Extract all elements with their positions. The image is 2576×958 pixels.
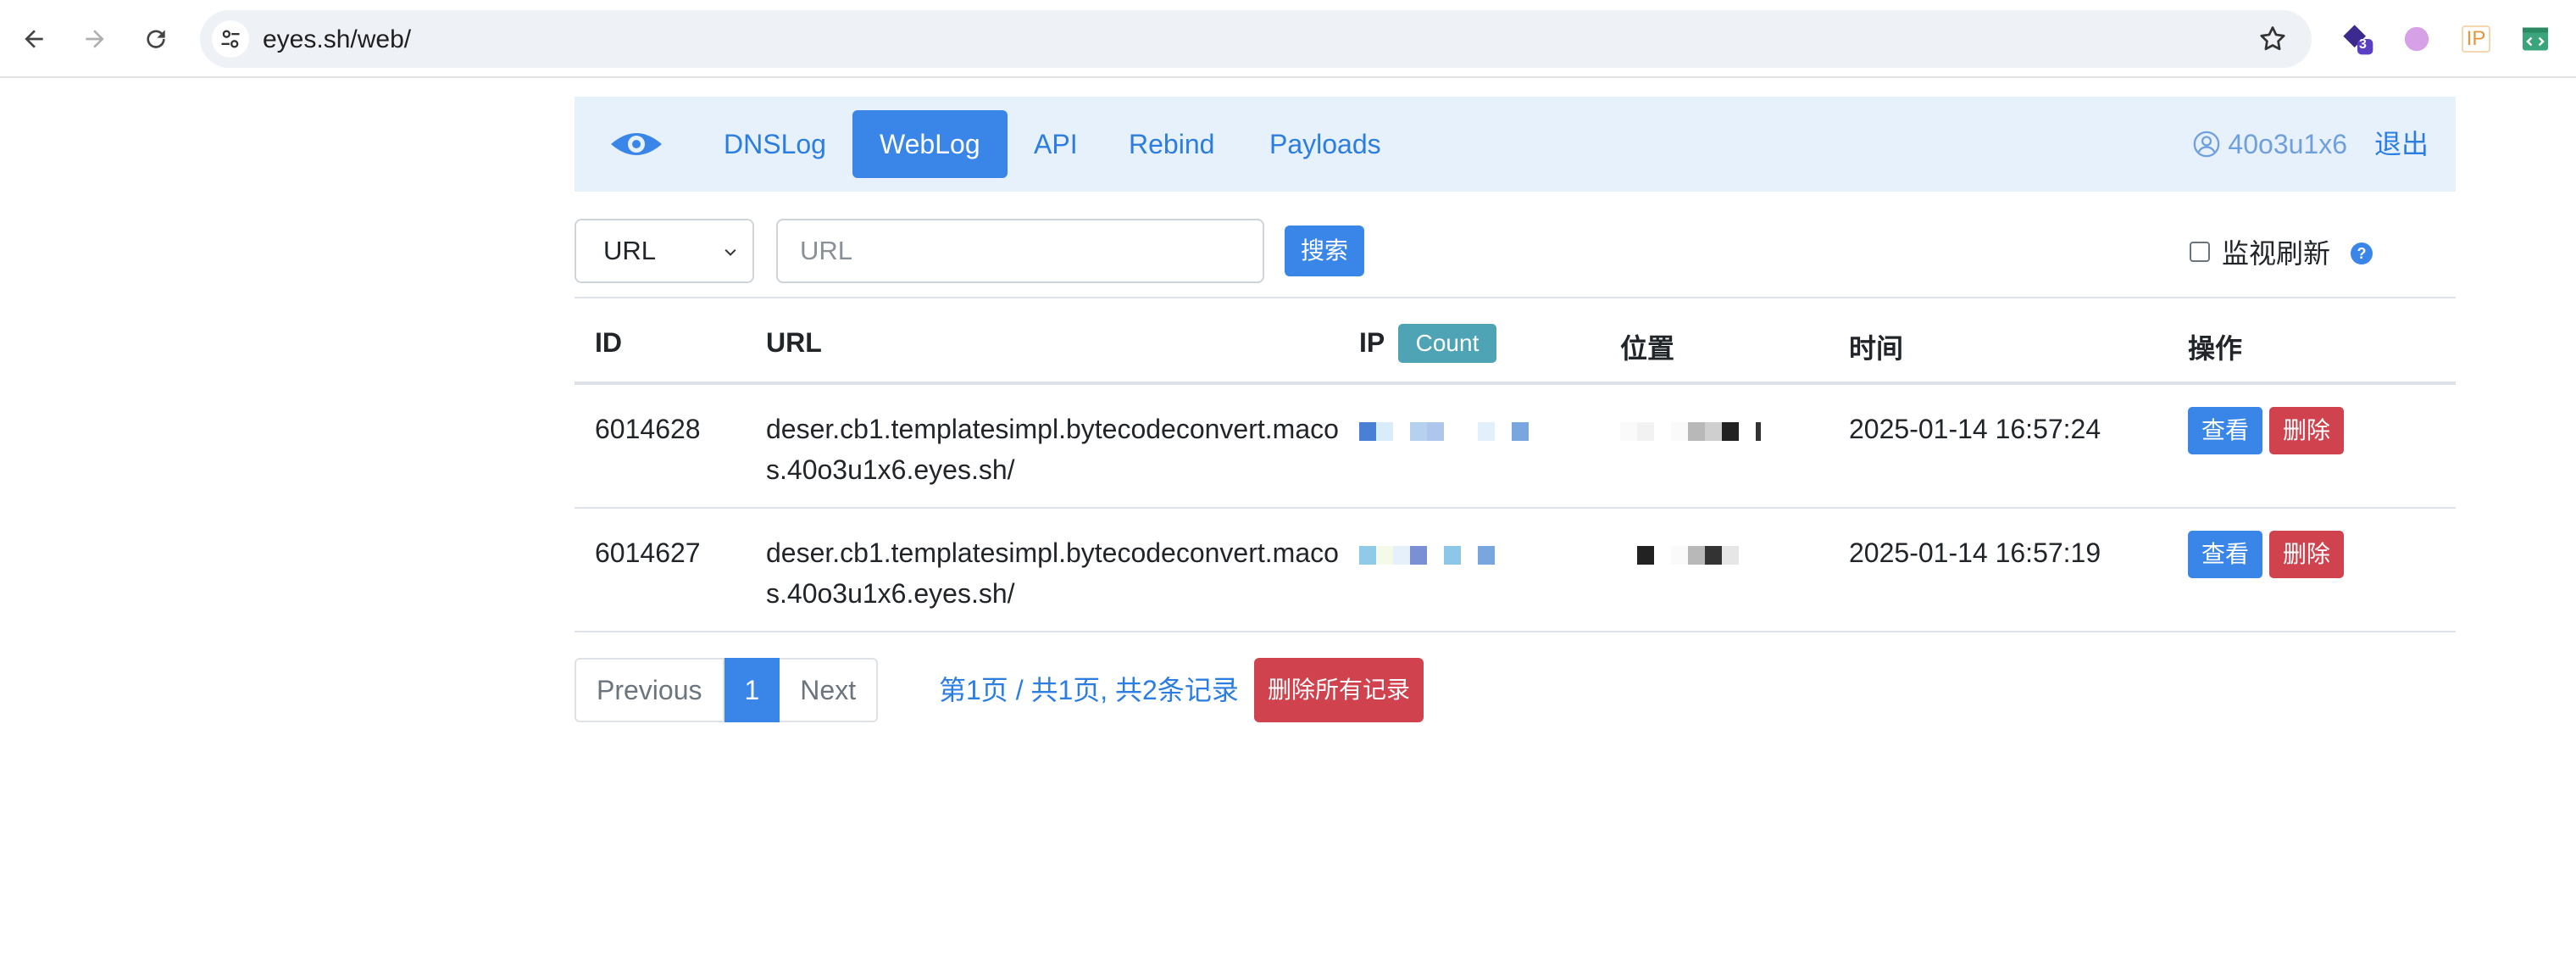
nav-api[interactable]: API: [1034, 122, 1078, 166]
monitor-refresh-label: 监视刷新: [2222, 238, 2331, 269]
weblog-table: ID URL IP Count 位置 时间 操作 6014628 deser.c…: [575, 297, 2456, 632]
site-settings-button[interactable]: [212, 20, 249, 58]
location-redacted: [1620, 546, 1739, 565]
search-input[interactable]: [776, 219, 1264, 283]
monitor-refresh-checkbox[interactable]: [2190, 242, 2210, 262]
ip-redacted: [1359, 422, 1529, 441]
nav-payloads[interactable]: Payloads: [1269, 122, 1381, 166]
previous-page-button[interactable]: Previous: [575, 658, 724, 722]
reload-button[interactable]: [136, 19, 176, 59]
extension-diamond-icon: [2343, 25, 2373, 55]
purple-circle-icon: [2404, 26, 2429, 52]
forward-button[interactable]: [75, 19, 115, 59]
search-type-select[interactable]: URL: [575, 219, 754, 283]
extension-code[interactable]: [2517, 20, 2554, 58]
extension-purple-circle[interactable]: [2398, 20, 2435, 58]
ip-extension-label: IP: [2461, 25, 2491, 53]
table-row: 6014627 deser.cb1.templatesimpl.bytecode…: [575, 509, 2456, 632]
row-url: deser.cb1.templatesimpl.bytecodeconvert.…: [766, 414, 1339, 485]
header-location: 位置: [1620, 333, 1675, 364]
row-url: deser.cb1.templatesimpl.bytecodeconvert.…: [766, 537, 1339, 609]
view-button[interactable]: 查看: [2188, 531, 2262, 578]
nav-dnslog[interactable]: DNSLog: [724, 122, 826, 166]
monitor-refresh-toggle[interactable]: 监视刷新: [2190, 232, 2330, 271]
header-ip: IP: [1359, 327, 1385, 358]
browser-toolbar: eyes.sh/web/ 3 IP: [0, 0, 2576, 78]
table-row: 6014628 deser.cb1.templatesimpl.bytecode…: [575, 385, 2456, 509]
delete-button[interactable]: 删除: [2269, 531, 2344, 578]
reload-icon: [147, 30, 165, 48]
row-id: 6014627: [595, 537, 701, 568]
top-navbar: DNSLog WebLog API Rebind Payloads 40o3u1…: [575, 97, 2456, 192]
user-menu[interactable]: 40o3u1x6: [2192, 122, 2347, 166]
header-time: 时间: [1849, 333, 1904, 364]
page-info: 第1页 / 共1页, 共2条记录: [939, 675, 1239, 705]
count-badge[interactable]: Count: [1398, 324, 1496, 363]
pagination: Previous 1 Next: [575, 658, 879, 722]
row-id: 6014628: [595, 414, 701, 444]
table-header: ID URL IP Count 位置 时间 操作: [575, 297, 2456, 385]
header-actions: 操作: [2188, 333, 2243, 364]
username: 40o3u1x6: [2228, 129, 2347, 159]
location-redacted: [1620, 422, 1761, 441]
extension-ip[interactable]: IP: [2457, 20, 2495, 58]
arrow-right-icon: [86, 30, 104, 48]
eye-icon: [611, 133, 662, 155]
delete-all-button[interactable]: 删除所有记录: [1254, 658, 1424, 722]
extension-badge-count: 3: [2359, 37, 2367, 52]
arrow-left-icon: [25, 30, 43, 48]
view-button[interactable]: 查看: [2188, 407, 2262, 454]
address-bar[interactable]: eyes.sh/web/: [200, 10, 2312, 68]
delete-button[interactable]: 删除: [2269, 407, 2344, 454]
nav-rebind[interactable]: Rebind: [1129, 122, 1214, 166]
search-type-value: URL: [603, 236, 657, 265]
extension-badge-button[interactable]: 3: [2339, 20, 2376, 58]
next-page-button[interactable]: Next: [780, 658, 879, 722]
url-text[interactable]: eyes.sh/web/: [263, 25, 411, 54]
page-1-button[interactable]: 1: [724, 658, 780, 722]
bookmark-star-icon[interactable]: [2257, 24, 2288, 54]
nav-weblog[interactable]: WebLog: [852, 110, 1008, 178]
code-window-icon: [2523, 27, 2548, 51]
help-icon[interactable]: ?: [2351, 242, 2373, 265]
logout-link[interactable]: 退出: [2374, 122, 2429, 166]
chevron-down-icon: [724, 248, 736, 256]
header-id: ID: [595, 327, 622, 358]
row-time: 2025-01-14 16:57:24: [1849, 414, 2101, 444]
tune-icon: [221, 30, 240, 48]
ip-redacted: [1359, 546, 1495, 565]
user-circle-icon: [2194, 131, 2220, 158]
brand-logo[interactable]: [608, 127, 664, 165]
row-time: 2025-01-14 16:57:19: [1849, 537, 2101, 568]
header-url: URL: [766, 327, 822, 358]
search-button[interactable]: 搜索: [1285, 226, 1364, 276]
back-button[interactable]: [14, 19, 54, 59]
